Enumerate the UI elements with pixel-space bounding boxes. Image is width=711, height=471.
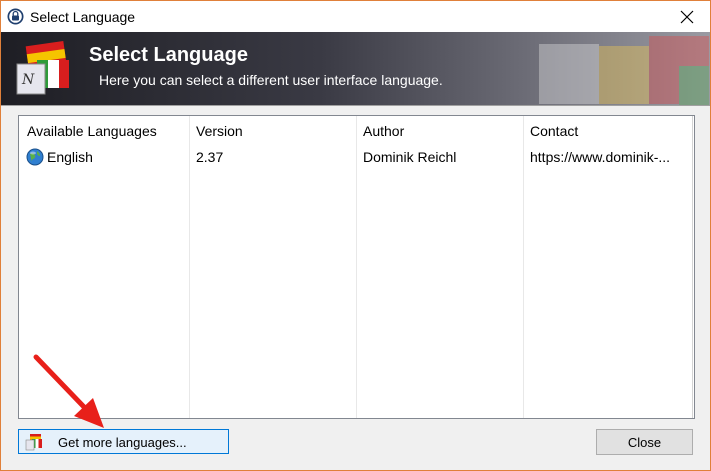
banner-separator [1, 105, 710, 106]
language-contact: https://www.dominik-... [530, 149, 671, 165]
title-bar[interactable]: Select Language [1, 1, 710, 32]
column-divider [692, 116, 693, 418]
language-version: 2.37 [196, 149, 224, 165]
globe-icon [26, 148, 44, 166]
close-button[interactable]: Close [596, 429, 693, 455]
language-author: Dominik Reichl [363, 149, 457, 165]
column-divider [523, 116, 524, 418]
dialog-window: Select Language N Select Language Here y… [0, 0, 711, 471]
language-flags-icon [25, 434, 42, 451]
language-flags-icon: N [16, 41, 69, 95]
language-name: English [47, 149, 93, 165]
get-more-languages-label: Get more languages... [58, 435, 187, 450]
banner-subtitle: Here you can select a different user int… [99, 72, 443, 88]
close-window-button[interactable] [664, 1, 710, 32]
banner-title: Select Language [89, 44, 248, 66]
svg-text:N: N [21, 72, 35, 88]
column-divider [356, 116, 357, 418]
column-header-author[interactable]: Author [363, 123, 404, 139]
column-header-version[interactable]: Version [196, 123, 243, 139]
close-icon [680, 10, 694, 23]
language-list[interactable]: Available Languages Version Author Conta… [18, 115, 695, 419]
keepass-lock-icon [7, 8, 24, 25]
banner-decoration-icon [539, 36, 709, 105]
window-title: Select Language [30, 9, 136, 25]
column-header-contact[interactable]: Contact [530, 123, 578, 139]
column-divider [189, 116, 190, 418]
column-header-language[interactable]: Available Languages [27, 123, 157, 139]
get-more-languages-button[interactable]: Get more languages... [18, 429, 229, 454]
header-banner: N Select Language Here you can select a … [1, 32, 710, 105]
